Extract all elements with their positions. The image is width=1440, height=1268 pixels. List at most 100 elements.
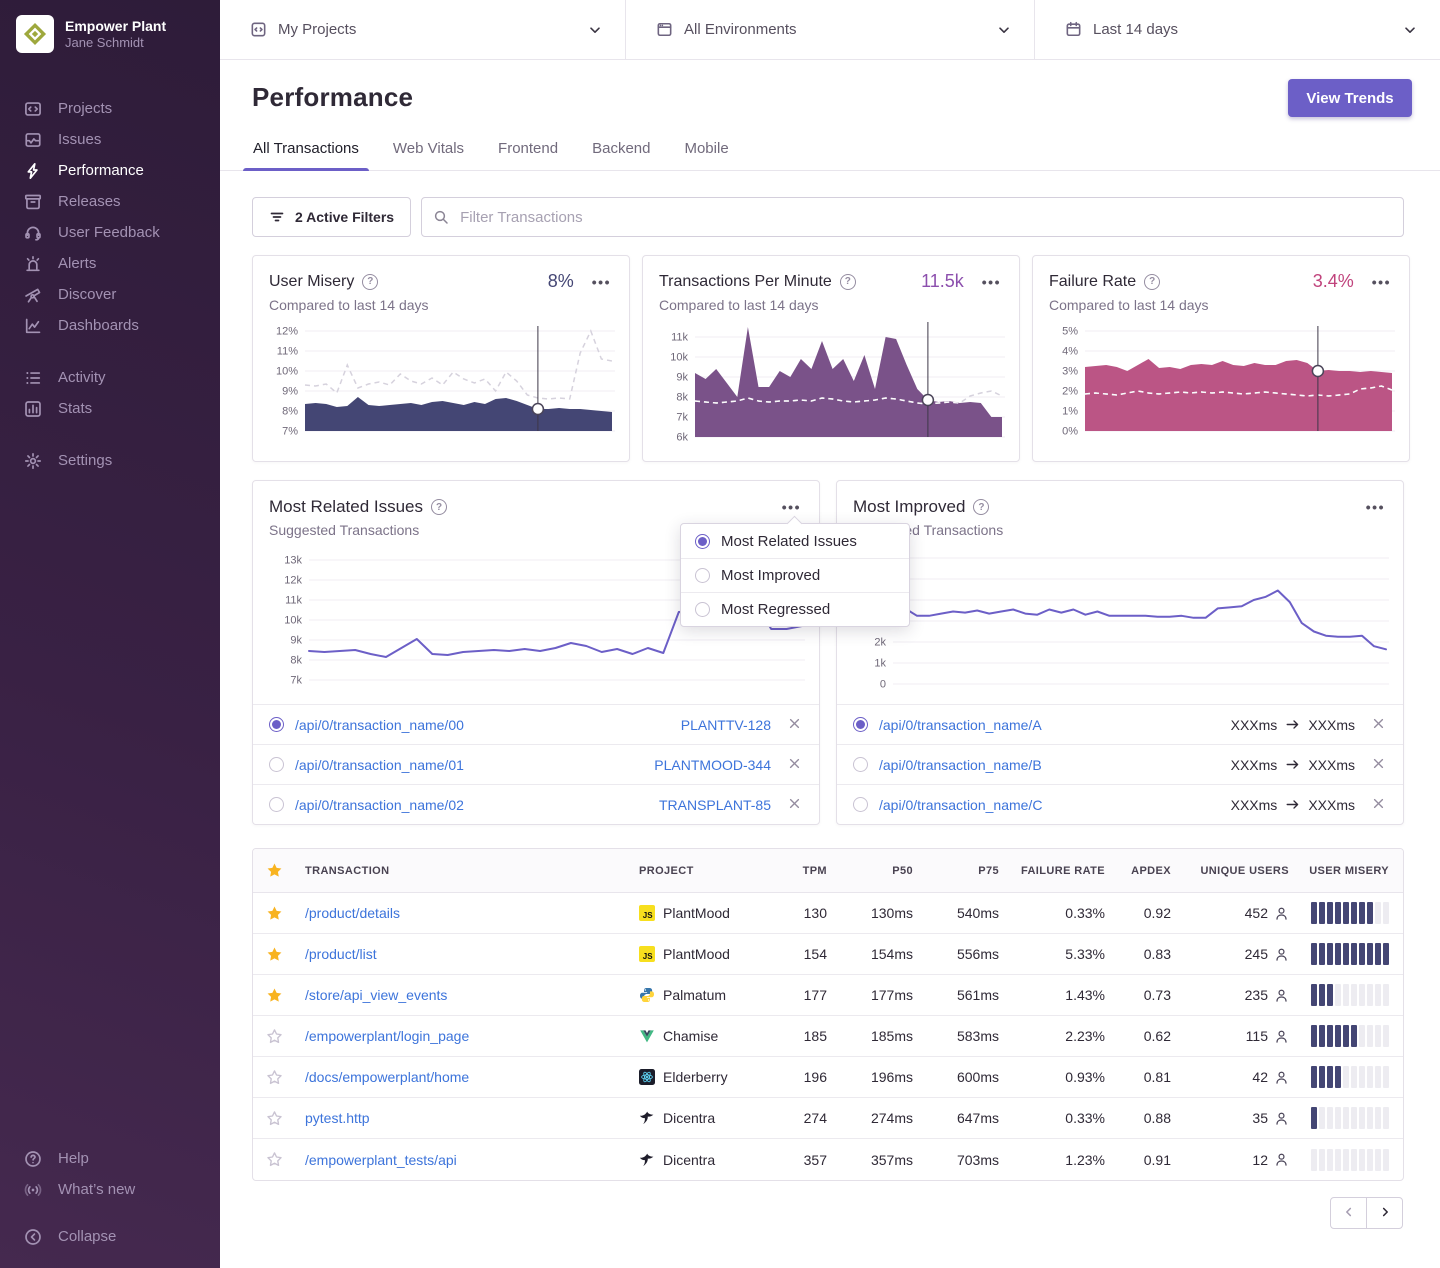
- tab-frontend[interactable]: Frontend: [498, 137, 558, 170]
- table-header-unique-users[interactable]: UNIQUE USERS: [1185, 865, 1303, 877]
- transaction-radio[interactable]: [853, 797, 868, 812]
- issue-link[interactable]: TRANSPLANT-85: [659, 797, 771, 813]
- card-menu-button[interactable]: •••: [1370, 273, 1393, 291]
- issue-link[interactable]: PLANTMOOD-344: [654, 757, 771, 773]
- tab-all-transactions[interactable]: All Transactions: [253, 137, 359, 170]
- help-icon[interactable]: ?: [973, 499, 989, 515]
- table-header-user-misery[interactable]: USER MISERY: [1303, 865, 1403, 877]
- transaction-link[interactable]: /api/0/transaction_name/02: [295, 797, 648, 813]
- duration-change: XXXmsXXXms: [1231, 757, 1355, 773]
- misery-bar: [1319, 1025, 1325, 1047]
- help-icon[interactable]: ?: [840, 274, 856, 290]
- dismiss-button[interactable]: [1370, 795, 1387, 815]
- transaction-radio[interactable]: [269, 797, 284, 812]
- star-outline-icon[interactable]: [253, 1028, 295, 1045]
- sidebar-item-label: Releases: [58, 193, 121, 210]
- org-info: Empower Plant Jane Schmidt: [65, 18, 166, 51]
- transaction-link[interactable]: /product/list: [305, 946, 377, 962]
- dismiss-button[interactable]: [786, 755, 803, 775]
- tab-web-vitals[interactable]: Web Vitals: [393, 137, 464, 170]
- table-header-p75[interactable]: P75: [927, 865, 1013, 877]
- transaction-link[interactable]: /empowerplant_tests/api: [305, 1152, 457, 1168]
- issue-link[interactable]: PLANTTV-128: [681, 717, 771, 733]
- transaction-link[interactable]: /api/0/transaction_name/01: [295, 757, 643, 773]
- table-header-project[interactable]: PROJECT: [629, 865, 779, 877]
- table-header-apdex[interactable]: APDEX: [1119, 865, 1185, 877]
- table-header-star: [253, 862, 295, 879]
- unique-users-count: 452: [1245, 905, 1268, 921]
- search-input[interactable]: [421, 197, 1404, 237]
- svg-text:0: 0: [880, 679, 886, 691]
- transaction-link[interactable]: /docs/empowerplant/home: [305, 1069, 469, 1085]
- help-icon[interactable]: ?: [1144, 274, 1160, 290]
- org-switcher[interactable]: Empower Plant Jane Schmidt: [0, 0, 220, 79]
- star-outline-icon[interactable]: [253, 1110, 295, 1127]
- sidebar-item-releases[interactable]: Releases: [0, 186, 220, 217]
- transaction-link[interactable]: /api/0/transaction_name/B: [879, 757, 1220, 773]
- sidebar-item-performance[interactable]: Performance: [0, 155, 220, 186]
- transaction-radio[interactable]: [853, 757, 868, 772]
- transaction-radio[interactable]: [269, 757, 284, 772]
- sidebar-collapse-button[interactable]: Collapse: [0, 1221, 220, 1252]
- sidebar-item-dashboards[interactable]: Dashboards: [0, 310, 220, 341]
- global-filter-last-14-days[interactable]: Last 14 days: [1034, 0, 1440, 59]
- sidebar-item-help[interactable]: Help: [0, 1143, 220, 1174]
- apdex-cell: 0.83: [1119, 946, 1185, 962]
- star-filled-icon[interactable]: [253, 946, 295, 963]
- pagination-next-button[interactable]: [1366, 1197, 1403, 1229]
- react-icon: [639, 1069, 655, 1085]
- transaction-radio[interactable]: [853, 717, 868, 732]
- table-header-transaction[interactable]: TRANSACTION: [295, 865, 629, 877]
- sidebar-item-discover[interactable]: Discover: [0, 279, 220, 310]
- star-filled-icon[interactable]: [253, 905, 295, 922]
- transaction-link[interactable]: pytest.http: [305, 1110, 370, 1126]
- dismiss-button[interactable]: [1370, 715, 1387, 735]
- close-icon: [1372, 797, 1385, 813]
- sidebar-item-stats[interactable]: Stats: [0, 393, 220, 424]
- sidebar-item-projects[interactable]: Projects: [0, 93, 220, 124]
- global-filter-all-environments[interactable]: All Environments: [625, 0, 1034, 59]
- tab-label: Frontend: [498, 140, 558, 157]
- card-menu-button[interactable]: •••: [1364, 498, 1387, 516]
- transaction-link[interactable]: /api/0/transaction_name/00: [295, 717, 670, 733]
- star-outline-icon[interactable]: [253, 1069, 295, 1086]
- table-header-tpm[interactable]: TPM: [779, 865, 841, 877]
- dismiss-button[interactable]: [786, 795, 803, 815]
- misery-bar: [1383, 943, 1389, 965]
- table-header-p50[interactable]: P50: [841, 865, 927, 877]
- transaction-link[interactable]: /store/api_view_events: [305, 987, 447, 1003]
- sidebar-item-user-feedback[interactable]: User Feedback: [0, 217, 220, 248]
- global-filter-my-projects[interactable]: My Projects: [220, 0, 625, 59]
- card-menu-button[interactable]: •••: [780, 498, 803, 516]
- card-menu-button[interactable]: •••: [590, 273, 613, 291]
- sidebar-group: Settings: [0, 445, 220, 476]
- star-filled-icon[interactable]: [253, 987, 295, 1004]
- tab-mobile[interactable]: Mobile: [684, 137, 728, 170]
- active-filters-button[interactable]: 2 Active Filters: [252, 197, 411, 237]
- tab-backend[interactable]: Backend: [592, 137, 650, 170]
- table-header-failure-rate[interactable]: FAILURE RATE: [1013, 865, 1119, 877]
- menu-option-most-improved[interactable]: Most Improved: [681, 558, 909, 592]
- menu-option-most-related-issues[interactable]: Most Related Issues: [681, 524, 909, 558]
- card-menu-button[interactable]: •••: [980, 273, 1003, 291]
- pagination-prev-button[interactable]: [1330, 1197, 1367, 1229]
- sidebar-item-activity[interactable]: Activity: [0, 362, 220, 393]
- help-icon[interactable]: ?: [431, 499, 447, 515]
- view-trends-button[interactable]: View Trends: [1288, 79, 1412, 117]
- star-outline-icon[interactable]: [253, 1151, 295, 1168]
- sidebar-item-what-s-new[interactable]: What’s new: [0, 1174, 220, 1205]
- transaction-link[interactable]: /empowerplant/login_page: [305, 1028, 469, 1044]
- dismiss-button[interactable]: [1370, 755, 1387, 775]
- help-icon[interactable]: ?: [362, 274, 378, 290]
- transaction-link[interactable]: /product/details: [305, 905, 400, 921]
- sidebar-item-alerts[interactable]: Alerts: [0, 248, 220, 279]
- dismiss-button[interactable]: [786, 715, 803, 735]
- sidebar-item-label: Issues: [58, 131, 101, 148]
- sidebar-item-issues[interactable]: Issues: [0, 124, 220, 155]
- sidebar-item-settings[interactable]: Settings: [0, 445, 220, 476]
- transaction-radio[interactable]: [269, 717, 284, 732]
- svg-text:10%: 10%: [276, 366, 298, 378]
- transaction-link[interactable]: /api/0/transaction_name/A: [879, 717, 1220, 733]
- menu-option-most-regressed[interactable]: Most Regressed: [681, 592, 909, 626]
- transaction-link[interactable]: /api/0/transaction_name/C: [879, 797, 1220, 813]
